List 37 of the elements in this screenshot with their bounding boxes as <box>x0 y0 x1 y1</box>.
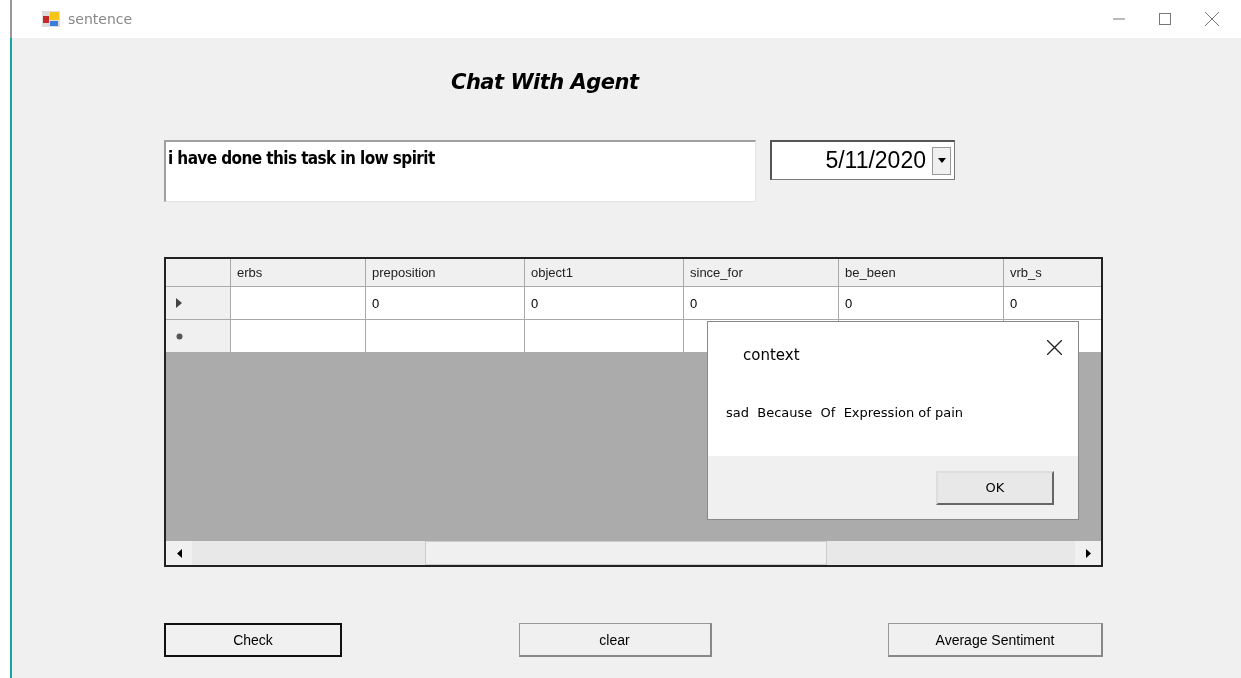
close-icon[interactable] <box>1047 340 1062 355</box>
message-field[interactable]: i have done this task in low spirit <box>164 140 756 202</box>
window-title: sentence <box>68 11 133 27</box>
scrollbar-thumb[interactable] <box>425 541 827 565</box>
maximize-icon[interactable] <box>1159 13 1171 25</box>
action-button[interactable]: clear <box>518 623 712 657</box>
column-header[interactable]: since_for <box>684 259 839 287</box>
caret-icon <box>937 158 946 163</box>
table-cell[interactable] <box>231 287 366 320</box>
scroll-right-icon[interactable] <box>1085 548 1091 558</box>
table-cell[interactable]: 0 <box>366 287 525 320</box>
app-icon <box>42 11 60 27</box>
action-button[interactable]: Average Sentiment <box>888 623 1103 657</box>
dialog-message: sad Because Of Expression of pain <box>725 404 965 422</box>
ok-button[interactable]: OK <box>936 470 1054 505</box>
table-cell[interactable] <box>366 320 525 353</box>
table-cell[interactable]: 0 <box>1004 287 1101 320</box>
current-row-icon <box>176 298 182 308</box>
scroll-left-icon[interactable] <box>176 548 182 558</box>
table-cell[interactable] <box>525 320 684 353</box>
new-row-icon <box>176 332 183 340</box>
action-button[interactable]: Check <box>164 623 342 657</box>
heading: Chat With Agent <box>451 70 641 96</box>
horizontal-scrollbar[interactable] <box>166 541 1101 565</box>
column-header[interactable]: preposition <box>366 259 525 287</box>
table-cell[interactable]: 0 <box>684 287 839 320</box>
table-cell[interactable]: 0 <box>525 287 684 320</box>
table-cell[interactable] <box>231 320 366 353</box>
table-cell[interactable]: 0 <box>839 287 1004 320</box>
column-header[interactable]: object1 <box>525 259 684 287</box>
column-header[interactable]: erbs <box>231 259 366 287</box>
dialog-title: context <box>743 346 800 364</box>
date-picker[interactable]: 5/11/2020 <box>770 140 955 180</box>
row-header[interactable] <box>166 287 231 320</box>
column-header[interactable]: be_been <box>839 259 1004 287</box>
column-header[interactable]: vrb_s <box>1004 259 1101 287</box>
row-header[interactable] <box>166 320 231 353</box>
